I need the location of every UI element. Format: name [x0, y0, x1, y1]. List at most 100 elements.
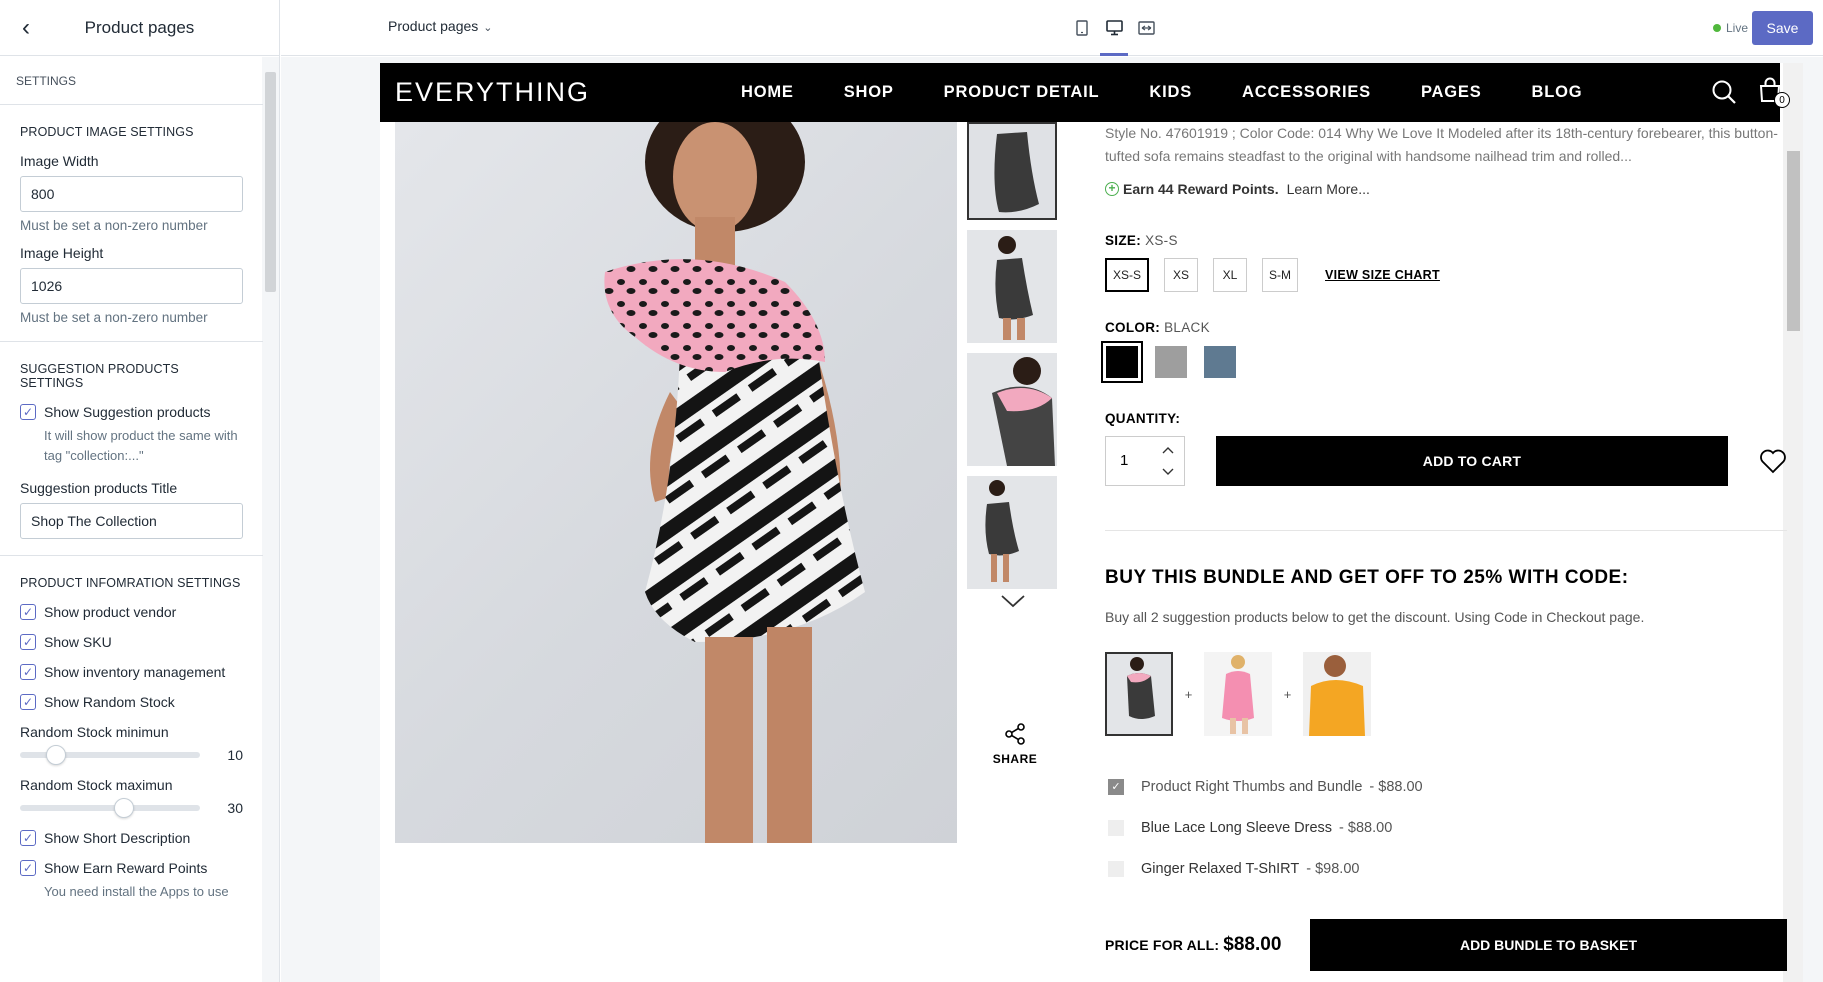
- size-chart-link[interactable]: VIEW SIZE CHART: [1325, 268, 1440, 282]
- checkbox-label: Show product vendor: [44, 604, 177, 620]
- back-arrow-icon[interactable]: ‹: [14, 15, 38, 40]
- mobile-icon: [1076, 20, 1088, 36]
- suggestion-title-input[interactable]: Shop The Collection: [20, 503, 243, 539]
- sidebar-header: ‹ Product pages: [0, 0, 279, 56]
- desktop-view-button[interactable]: [1098, 0, 1130, 56]
- cart-button[interactable]: 0: [1758, 77, 1790, 108]
- thumbnail[interactable]: [967, 353, 1057, 466]
- menu-item-kids[interactable]: KIDS: [1149, 83, 1192, 102]
- preview-scrollbar[interactable]: [1787, 151, 1800, 331]
- product-description: Style No. 47601919 ; Color Code: 014 Why…: [1105, 125, 1778, 164]
- color-swatch-blue[interactable]: [1203, 345, 1237, 379]
- increment-button[interactable]: [1156, 440, 1180, 460]
- save-button[interactable]: Save: [1752, 11, 1813, 45]
- reward-text: Earn 44 Reward Points.: [1123, 181, 1279, 197]
- thumbnail-photo: [969, 124, 1055, 218]
- live-status: Live: [1712, 21, 1748, 35]
- share-button[interactable]: SHARE: [990, 723, 1040, 766]
- suggestion-title-label: Suggestion products Title: [20, 480, 178, 496]
- show-reward-points-row[interactable]: ✓ Show Earn Reward Points: [20, 860, 243, 876]
- quantity-value[interactable]: 1: [1120, 452, 1128, 469]
- menu-item-blog[interactable]: BLOG: [1532, 83, 1583, 102]
- store-logo[interactable]: EVERYTHING: [395, 77, 590, 108]
- show-vendor-row[interactable]: ✓ Show product vendor: [20, 604, 243, 620]
- checkbox-checked-icon[interactable]: ✓: [1108, 778, 1124, 795]
- checkbox-checked-icon[interactable]: ✓: [20, 634, 36, 650]
- heart-icon[interactable]: [1759, 448, 1787, 474]
- show-suggestion-checkbox-row[interactable]: ✓ Show Suggestion products: [20, 404, 243, 420]
- store-navbar: EVERYTHING HOME SHOP PRODUCT DETAIL KIDS…: [380, 63, 1790, 122]
- fullscreen-view-button[interactable]: [1130, 0, 1162, 56]
- bundle-product-image[interactable]: [1105, 652, 1173, 736]
- live-dot-icon: [1712, 24, 1721, 32]
- bundle-item[interactable]: Ginger Relaxed T-ShIRT - $98.00: [1105, 848, 1787, 889]
- show-inventory-row[interactable]: ✓ Show inventory management: [20, 664, 243, 680]
- thumbnail-photo: [967, 476, 1057, 589]
- menu-item-pages[interactable]: PAGES: [1421, 83, 1482, 102]
- checkbox-label: Show SKU: [44, 634, 112, 650]
- bundle-product-image[interactable]: [1204, 652, 1272, 736]
- sidebar-scrollbar[interactable]: [265, 72, 276, 292]
- decrement-button[interactable]: [1156, 462, 1180, 482]
- product-thumbnails: [967, 122, 1057, 599]
- product-information-settings: PRODUCT INFOMRATION SETTINGS ✓ Show prod…: [0, 556, 263, 932]
- chevron-down-icon[interactable]: [1000, 593, 1026, 609]
- quantity-label: QUANTITY:: [1105, 411, 1181, 426]
- add-bundle-button[interactable]: ADD BUNDLE TO BASKET: [1310, 919, 1787, 971]
- checkbox-checked-icon[interactable]: ✓: [20, 694, 36, 710]
- reward-help: You need install the Apps to use: [44, 884, 229, 899]
- checkbox-unchecked-icon[interactable]: [1108, 819, 1124, 836]
- show-sku-row[interactable]: ✓ Show SKU: [20, 634, 243, 650]
- product-image-settings: PRODUCT IMAGE SETTINGS Image Width 800 M…: [0, 105, 263, 342]
- price-for-all-value: $88.00: [1223, 934, 1282, 955]
- stock-min-slider[interactable]: [20, 745, 200, 765]
- mobile-view-button[interactable]: [1066, 0, 1098, 56]
- page-selector[interactable]: Product pages ⌄: [388, 18, 493, 34]
- slider-thumb[interactable]: [46, 745, 66, 765]
- color-swatch-black[interactable]: [1101, 341, 1143, 383]
- quantity-stepper[interactable]: 1: [1105, 436, 1185, 486]
- size-option[interactable]: S-M: [1262, 258, 1299, 292]
- checkbox-checked-icon[interactable]: ✓: [20, 860, 36, 876]
- bundle-product-image[interactable]: [1303, 652, 1371, 736]
- show-short-description-row[interactable]: ✓ Show Short Description: [20, 830, 243, 846]
- product-main-image[interactable]: [395, 122, 957, 843]
- checkbox-checked-icon[interactable]: ✓: [20, 604, 36, 620]
- size-option[interactable]: XS-S: [1105, 258, 1150, 292]
- menu-item-product-detail[interactable]: PRODUCT DETAIL: [944, 83, 1100, 102]
- add-to-cart-button[interactable]: ADD TO CART: [1215, 436, 1729, 486]
- menu-item-home[interactable]: HOME: [741, 83, 794, 102]
- image-width-help: Must be set a non-zero number: [20, 218, 208, 233]
- section-heading: PRODUCT IMAGE SETTINGS: [20, 125, 194, 139]
- image-width-input[interactable]: 800: [20, 176, 243, 212]
- color-selected: BLACK: [1164, 320, 1210, 335]
- slider-thumb[interactable]: [114, 798, 135, 818]
- color-swatch-grey[interactable]: [1154, 345, 1188, 379]
- image-height-input[interactable]: 1026: [20, 268, 243, 304]
- share-label: SHARE: [992, 752, 1038, 766]
- stock-max-slider[interactable]: [20, 798, 200, 818]
- checkbox-label: Show Earn Reward Points: [44, 860, 208, 876]
- size-option[interactable]: XS: [1164, 258, 1199, 292]
- checkbox-checked-icon[interactable]: ✓: [20, 664, 36, 680]
- bundle-item-price: - $98.00: [1306, 860, 1360, 877]
- image-height-help: Must be set a non-zero number: [20, 310, 208, 325]
- reward-learn-more-link[interactable]: Learn More...: [1287, 181, 1370, 197]
- checkbox-checked-icon[interactable]: ✓: [20, 404, 36, 420]
- chevron-down-icon: [1162, 468, 1174, 475]
- image-height-label: Image Height: [20, 245, 104, 261]
- thumbnail[interactable]: [967, 122, 1057, 220]
- stock-max-value: 30: [227, 800, 243, 816]
- thumbnail[interactable]: [967, 476, 1057, 589]
- checkbox-checked-icon[interactable]: ✓: [20, 830, 36, 846]
- menu-item-shop[interactable]: SHOP: [844, 83, 894, 102]
- size-option[interactable]: XL: [1213, 258, 1248, 292]
- bundle-item[interactable]: ✓ Product Right Thumbs and Bundle - $88.…: [1105, 766, 1787, 807]
- bundle-item[interactable]: Blue Lace Long Sleeve Dress - $88.00: [1105, 807, 1787, 848]
- checkbox-unchecked-icon[interactable]: [1108, 860, 1124, 877]
- thumbnail[interactable]: [967, 230, 1057, 343]
- show-random-stock-row[interactable]: ✓ Show Random Stock: [20, 694, 243, 710]
- menu-item-accessories[interactable]: ACCESSORIES: [1242, 83, 1371, 102]
- checkbox-label: Show Suggestion products: [44, 404, 211, 420]
- search-icon[interactable]: [1711, 79, 1737, 105]
